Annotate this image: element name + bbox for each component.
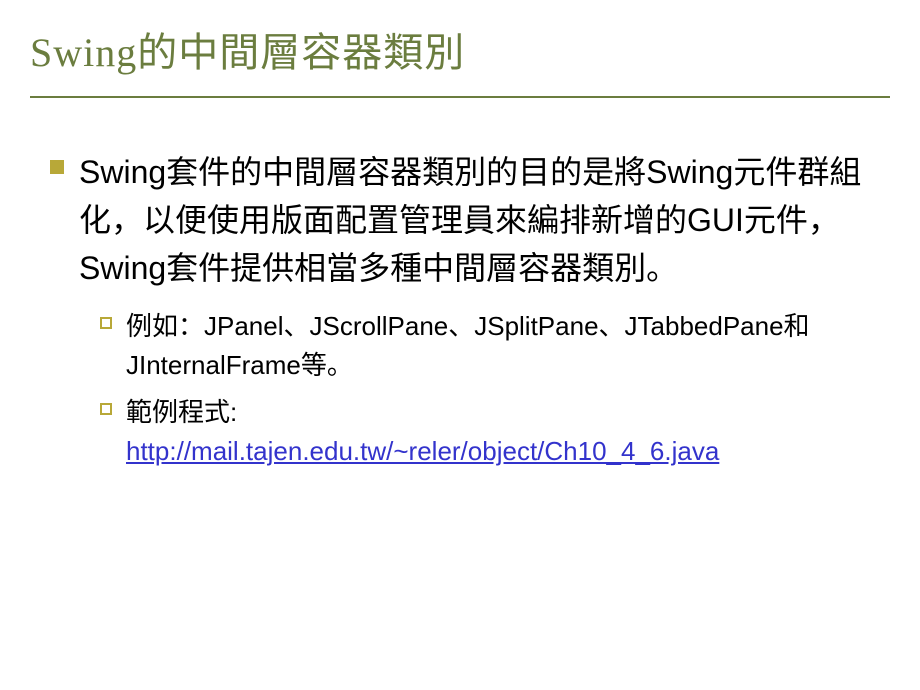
example-code-link[interactable]: http://mail.tajen.edu.tw/~reler/object/C… <box>126 436 719 466</box>
slide-container: Swing的中間層容器類別 Swing套件的中間層容器類別的目的是將Swing元… <box>0 0 920 690</box>
sub-bullet-text: 例如：JPanel、JScrollPane、JSplitPane、JTabbed… <box>126 307 890 385</box>
sub-bullet-text-with-link: 範例程式: http://mail.tajen.edu.tw/~reler/ob… <box>126 393 719 471</box>
sub-bullet-item: 範例程式: http://mail.tajen.edu.tw/~reler/ob… <box>30 393 890 471</box>
main-bullet-text: Swing套件的中間層容器類別的目的是將Swing元件群組化，以便使用版面配置管… <box>79 148 890 292</box>
square-bullet-icon <box>50 160 64 174</box>
sub-bullet-item: 例如：JPanel、JScrollPane、JSplitPane、JTabbed… <box>30 307 890 385</box>
main-bullet-item: Swing套件的中間層容器類別的目的是將Swing元件群組化，以便使用版面配置管… <box>30 148 890 292</box>
outline-square-bullet-icon <box>100 403 112 415</box>
slide-title: Swing的中間層容器類別 <box>30 20 890 98</box>
outline-square-bullet-icon <box>100 317 112 329</box>
sub-bullet-label: 範例程式: <box>126 397 237 427</box>
